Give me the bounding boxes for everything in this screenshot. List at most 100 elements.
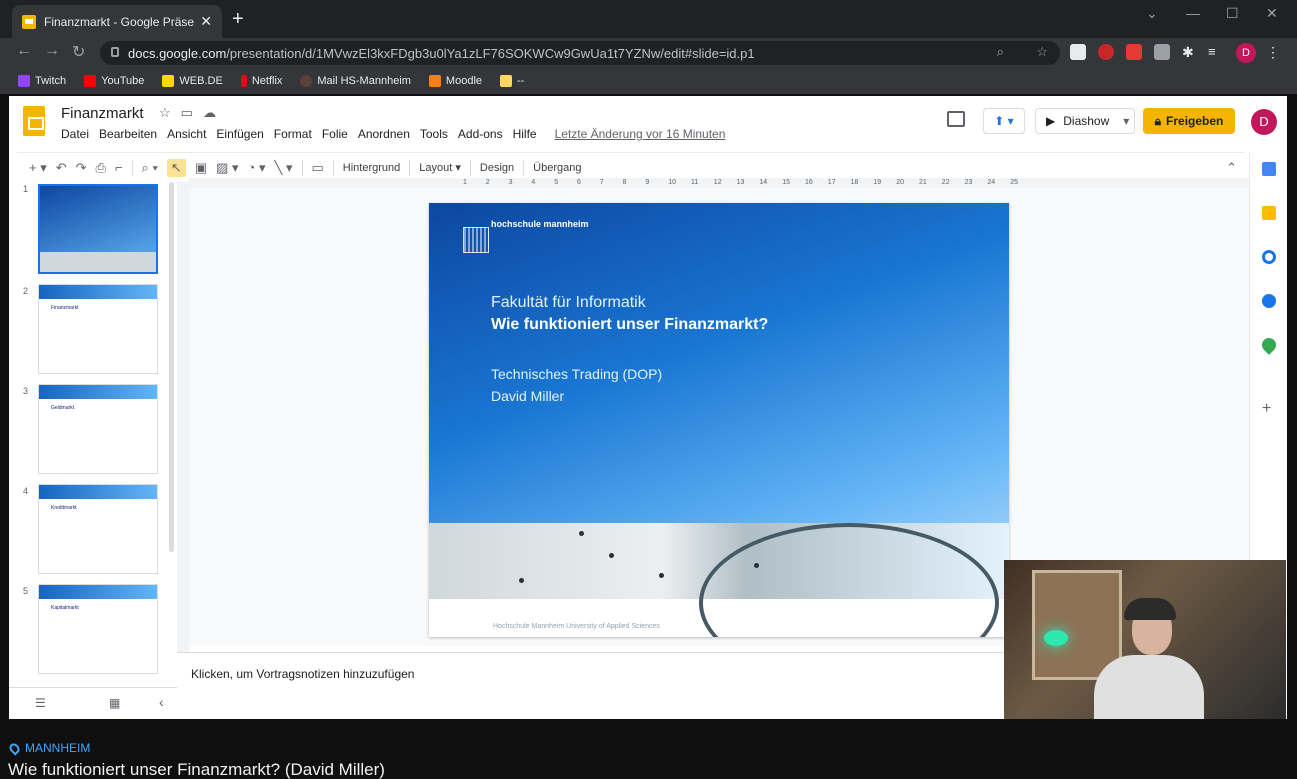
cloud-saved-icon[interactable]: ☁: [203, 105, 216, 121]
bookmark-webde[interactable]: WEB.DE: [162, 75, 223, 87]
bookmark-mail-hs[interactable]: Mail HS-Mannheim: [300, 75, 411, 87]
new-slide-icon[interactable]: + ▾: [29, 160, 47, 176]
menu-ansicht[interactable]: Ansicht: [167, 127, 206, 141]
extension-mail-icon[interactable]: [1070, 44, 1086, 60]
filmstrip-view-icon[interactable]: ☰: [35, 696, 46, 710]
extension-pen-icon[interactable]: [1154, 44, 1170, 60]
close-window-icon[interactable]: ✕: [1266, 5, 1278, 22]
transition-button[interactable]: Übergang: [533, 162, 581, 174]
image-icon[interactable]: ▨ ▾: [216, 160, 238, 176]
bookmark-twitch[interactable]: Twitch: [18, 75, 66, 87]
add-comment-icon[interactable]: ▭: [312, 160, 324, 176]
redo-icon[interactable]: ↷: [76, 160, 87, 176]
line-icon[interactable]: ╲ ▾: [275, 160, 293, 176]
last-change-link[interactable]: Letzte Änderung vor 16 Minuten: [555, 127, 726, 141]
back-icon[interactable]: ←: [16, 42, 32, 60]
menu-bearbeiten[interactable]: Bearbeiten: [99, 127, 157, 141]
ruler-tick-label: 15: [782, 179, 790, 186]
share-button[interactable]: 🔒︎ Freigeben: [1143, 108, 1235, 134]
menu-folie[interactable]: Folie: [322, 127, 348, 141]
current-slide[interactable]: hochschule mannheim Fakultät für Informa…: [429, 203, 1009, 637]
browser-address-bar: ← → ↻ docs.google.com/presentation/d/1MV…: [0, 38, 1297, 68]
close-tab-icon[interactable]: ✕: [200, 13, 212, 30]
slide-thumbnail-4[interactable]: Kreditmarkt: [38, 484, 158, 574]
new-tab-icon[interactable]: +: [232, 8, 244, 31]
photo-person: [754, 563, 759, 568]
slide-thumbnail-5[interactable]: Kapitalmarkt: [38, 584, 158, 674]
browser-profile-avatar[interactable]: D: [1236, 43, 1256, 63]
extension-ublock-icon[interactable]: [1098, 44, 1114, 60]
menu-hilfe[interactable]: Hilfe: [513, 127, 537, 141]
lock-share-icon: 🔒︎: [1154, 113, 1162, 128]
forward-icon[interactable]: →: [44, 42, 60, 60]
photo-arc: [699, 523, 999, 637]
keep-icon[interactable]: [1262, 206, 1276, 220]
present-to-meeting-button[interactable]: ⬆ ▾: [983, 108, 1025, 134]
ruler-tick-label: 4: [531, 179, 536, 186]
zoom-tool-icon[interactable]: ⌕ ▾: [142, 160, 158, 176]
star-icon[interactable]: ☆: [159, 105, 171, 121]
bookmark-netflix[interactable]: Netflix: [240, 75, 282, 87]
extension-tp-icon[interactable]: [1126, 44, 1142, 60]
slide-thumbnail-2[interactable]: Finanzmarkt: [38, 284, 158, 374]
slide-course[interactable]: Technisches Trading (DOP): [491, 366, 662, 382]
url-host: docs.google.com: [128, 45, 227, 61]
slide-thumbnail-1[interactable]: [38, 184, 158, 274]
notes-placeholder[interactable]: Klicken, um Vortragsnotizen hinzuzufügen: [191, 667, 414, 681]
browser-tab[interactable]: Finanzmarkt - Google Präsentatio ✕: [12, 5, 222, 38]
slide-thumbnail-3[interactable]: Geldmarkt: [38, 384, 158, 474]
bookmark-folder[interactable]: --: [500, 75, 524, 87]
print-icon[interactable]: ⎙: [96, 160, 106, 176]
menu-datei[interactable]: Datei: [61, 127, 89, 141]
textbox-icon[interactable]: ▣: [195, 160, 207, 176]
maps-icon[interactable]: [1259, 335, 1279, 355]
browser-menu-icon[interactable]: ⋮: [1266, 44, 1282, 60]
shape-icon[interactable]: ◔ ▾: [248, 160, 266, 176]
layout-button[interactable]: Layout ▾: [419, 161, 461, 174]
get-addons-icon[interactable]: +: [1262, 400, 1271, 418]
url-input[interactable]: docs.google.com/presentation/d/1MVwzEl3k…: [100, 41, 1060, 65]
extensions-puzzle-icon[interactable]: ✱: [1182, 44, 1198, 60]
undo-icon[interactable]: ↶: [56, 160, 67, 176]
design-button[interactable]: Design: [480, 162, 514, 174]
speaker-notes[interactable]: Klicken, um Vortragsnotizen hinzuzufügen: [177, 652, 1009, 719]
menu-anordnen[interactable]: Anordnen: [358, 127, 410, 141]
collapse-toolbar-icon[interactable]: ⌃: [1226, 160, 1237, 176]
reload-icon[interactable]: ↻: [72, 42, 85, 62]
reading-list-icon[interactable]: ≡: [1208, 44, 1224, 60]
slide-title[interactable]: Wie funktioniert unser Finanzmarkt?: [491, 316, 768, 334]
tasks-icon[interactable]: [1262, 250, 1276, 264]
slides-logo-icon[interactable]: [23, 106, 45, 136]
menu-format[interactable]: Format: [274, 127, 312, 141]
menu-tools[interactable]: Tools: [420, 127, 448, 141]
video-location[interactable]: MANNHEIM: [7, 740, 90, 756]
ruler-tick-label: 22: [941, 179, 950, 186]
calendar-icon[interactable]: [1262, 162, 1276, 176]
menu-einfuegen[interactable]: Einfügen: [216, 127, 263, 141]
zoom-icon[interactable]: ⌕: [997, 44, 1004, 60]
move-folder-icon[interactable]: ▭: [181, 105, 193, 121]
slideshow-button[interactable]: ▶ Diashow ▾: [1035, 108, 1135, 134]
document-title[interactable]: Finanzmarkt: [61, 105, 144, 122]
filmstrip-scrollbar[interactable]: [169, 182, 174, 552]
ruler-tick-label: 21: [919, 179, 927, 186]
ruler-tick-label: 9: [645, 179, 650, 186]
tab-search-icon[interactable]: ⌄: [1146, 5, 1158, 22]
slideshow-dropdown-icon[interactable]: ▾: [1123, 114, 1129, 128]
maximize-icon[interactable]: ☐: [1226, 5, 1239, 22]
slide-author[interactable]: David Miller: [491, 388, 564, 404]
bookmark-star-icon[interactable]: ☆: [1036, 44, 1048, 60]
contacts-icon[interactable]: [1262, 294, 1276, 308]
select-pointer-icon[interactable]: ↖: [166, 158, 186, 177]
background-button[interactable]: Hintergrund: [343, 162, 400, 174]
collapse-filmstrip-icon[interactable]: ‹: [159, 694, 164, 710]
account-avatar[interactable]: D: [1251, 109, 1277, 135]
comments-icon[interactable]: [947, 111, 965, 127]
bookmark-moodle[interactable]: Moodle: [428, 75, 482, 87]
bookmark-youtube[interactable]: YouTube: [84, 75, 144, 87]
minimize-icon[interactable]: —: [1186, 5, 1200, 21]
grid-view-icon[interactable]: ▦: [109, 696, 120, 710]
slide-subtitle[interactable]: Fakultät für Informatik: [491, 294, 646, 312]
paint-format-icon[interactable]: ⌐: [115, 160, 123, 175]
menu-addons[interactable]: Add-ons: [458, 127, 503, 141]
